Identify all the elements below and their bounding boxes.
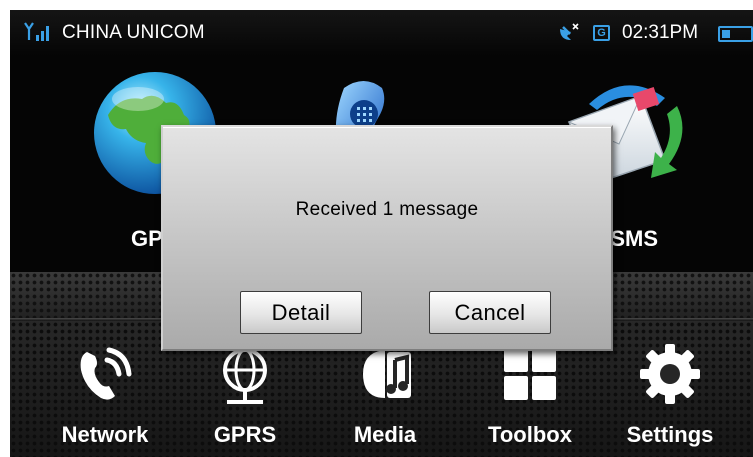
message-dialog: Received 1 message Detail Cancel bbox=[161, 125, 613, 351]
dock-label-network: Network bbox=[61, 422, 149, 447]
phone-wave-icon bbox=[80, 347, 132, 400]
status-bar: CHINA UNICOM G 02:31PM bbox=[10, 10, 753, 56]
app-label-gps: GPS bbox=[131, 226, 165, 251]
cancel-button[interactable]: Cancel bbox=[429, 291, 551, 334]
app-label-sms-text: SMS bbox=[610, 226, 658, 251]
clock: 02:31PM bbox=[622, 22, 699, 43]
satellite-off-icon bbox=[560, 23, 579, 40]
dock-label-toolbox: Toolbox bbox=[488, 422, 572, 447]
battery-icon bbox=[718, 26, 753, 42]
dock-item-network[interactable]: Network bbox=[40, 318, 170, 457]
signal-strength-icon bbox=[24, 22, 49, 41]
dock-label-settings: Settings bbox=[626, 422, 714, 447]
detail-button[interactable]: Detail bbox=[240, 291, 362, 334]
tiles-icon bbox=[504, 348, 556, 400]
dock-label-media: Media bbox=[353, 422, 417, 447]
dock-label-gprs: GPRS bbox=[213, 422, 277, 447]
antenna-globe-icon bbox=[223, 348, 267, 404]
carrier-name: CHINA UNICOM bbox=[62, 22, 205, 43]
gear-icon bbox=[640, 344, 700, 404]
dock-item-settings[interactable]: Settings bbox=[605, 318, 735, 457]
dialog-message: Received 1 message bbox=[295, 199, 479, 220]
app-label-sms: SMS bbox=[606, 226, 658, 252]
music-note-icon bbox=[363, 350, 411, 398]
network-type-icon: G bbox=[593, 25, 610, 41]
device-screen: CHINA UNICOM G 02:31PM GP SMS Network GP… bbox=[10, 10, 753, 457]
